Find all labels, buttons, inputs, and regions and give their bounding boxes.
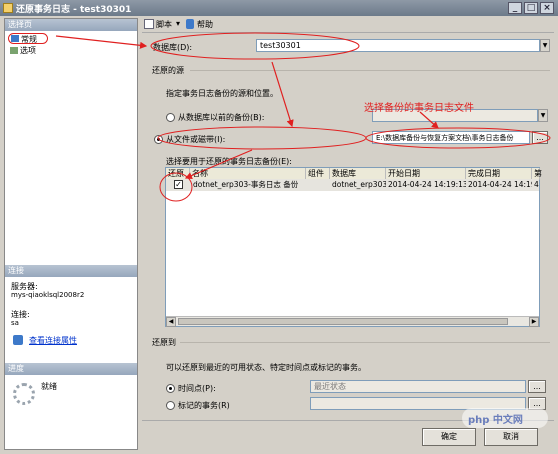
- connection-properties-icon: [13, 335, 23, 345]
- window-icon: [3, 3, 13, 13]
- row-name: dotnet_erp303-事务日志 备份: [193, 180, 299, 189]
- backup-set-label: 选择要用于还原的事务日志备份(E):: [166, 157, 292, 166]
- database-label: 数据库(D):: [153, 43, 193, 52]
- point-in-time-label: 时间点(P):: [178, 384, 216, 393]
- source-group-divider: [190, 70, 550, 71]
- backup-set-grid: 还原 名称 组件 数据库 开始日期 完成日期 第 ✓ dotnet_erp303…: [165, 167, 542, 327]
- select-page-header: 选择页: [5, 19, 137, 31]
- scroll-right-icon[interactable]: ▶: [529, 317, 539, 327]
- backup-source-dropdown-icon[interactable]: ▼: [538, 109, 548, 122]
- connection-header: 连接: [5, 265, 137, 277]
- toolbar: 脚本 ▾ 帮助: [142, 18, 554, 32]
- script-icon: [144, 19, 154, 29]
- from-file-radio[interactable]: [154, 135, 163, 144]
- point-in-time-browse-button[interactable]: ...: [528, 380, 546, 393]
- ok-button[interactable]: 确定: [422, 428, 476, 446]
- marked-txn-radio[interactable]: [166, 401, 175, 410]
- horizontal-scroll-thumb[interactable]: [178, 318, 508, 325]
- minimize-button[interactable]: _: [508, 2, 522, 14]
- watermark-text: php 中文网: [468, 415, 523, 426]
- title-bar: 还原事务日志 - test30301 _ □ ×: [0, 0, 558, 16]
- horizontal-scrollbar[interactable]: ◀ ▶: [166, 316, 539, 327]
- row-start-date: 2014-04-24 14:19:13: [388, 180, 466, 189]
- database-dropdown-icon[interactable]: ▼: [540, 39, 550, 52]
- page-label-options: 选项: [20, 46, 36, 55]
- point-in-time-input[interactable]: [310, 380, 526, 393]
- point-in-time-radio[interactable]: [166, 384, 175, 393]
- scroll-left-icon[interactable]: ◀: [166, 317, 176, 327]
- from-db-backup-label: 从数据库以前的备份(B):: [178, 113, 265, 122]
- source-instructions: 指定事务日志备份的源和位置。: [166, 89, 278, 98]
- file-path-input[interactable]: [372, 131, 530, 144]
- page-item-general[interactable]: 常规: [8, 33, 48, 44]
- connection-value: sa: [11, 319, 19, 327]
- help-button[interactable]: 帮助: [197, 19, 213, 30]
- toolbar-divider: [142, 32, 554, 33]
- from-db-backup-radio[interactable]: [166, 113, 175, 122]
- server-value: mys-qiaoklsql2008r2: [11, 291, 85, 299]
- progress-spinner-icon: [13, 383, 35, 405]
- page-item-options[interactable]: 选项: [8, 45, 48, 56]
- view-connection-properties-link[interactable]: 查看连接属性: [29, 335, 77, 346]
- left-pane: 选择页 常规 选项 连接 服务器: mys-qiaoklsql2008r2 连接…: [4, 18, 138, 450]
- restore-to-group-divider: [180, 342, 550, 343]
- annotation-text: 选择备份的事务日志文件: [364, 103, 474, 114]
- maximize-button[interactable]: □: [524, 2, 538, 14]
- watermark: php 中文网: [462, 408, 548, 428]
- progress-status: 就绪: [41, 382, 57, 391]
- cancel-button[interactable]: 取消: [484, 428, 538, 446]
- database-select[interactable]: [256, 39, 540, 52]
- source-group-label: 还原的源: [152, 66, 184, 75]
- script-dropdown-icon[interactable]: ▾: [176, 19, 180, 28]
- from-file-label: 从文件或磁带(I):: [166, 135, 226, 144]
- window-title: 还原事务日志 - test30301: [16, 5, 132, 15]
- help-icon: [186, 19, 194, 29]
- restore-checkbox[interactable]: ✓: [174, 180, 183, 189]
- restore-to-instructions: 可以还原到最近的可用状态、特定时间点或标记的事务。: [166, 363, 366, 372]
- row-finish-date: 2014-04-24 14:19:13: [468, 180, 532, 189]
- page-icon: [11, 35, 19, 42]
- browse-button[interactable]: ...: [532, 131, 548, 144]
- restore-to-group-label: 还原到: [152, 338, 176, 347]
- page-icon: [10, 47, 18, 54]
- row-extra: 4: [534, 180, 539, 189]
- close-button[interactable]: ×: [540, 2, 554, 14]
- progress-header: 进度: [5, 363, 137, 375]
- table-row[interactable]: ✓ dotnet_erp303-事务日志 备份 dotnet_erp303 20…: [166, 179, 539, 191]
- row-database: dotnet_erp303: [332, 180, 386, 189]
- page-label-general: 常规: [21, 35, 37, 44]
- script-button[interactable]: 脚本: [156, 19, 172, 30]
- marked-txn-label: 标记的事务(R): [178, 401, 230, 410]
